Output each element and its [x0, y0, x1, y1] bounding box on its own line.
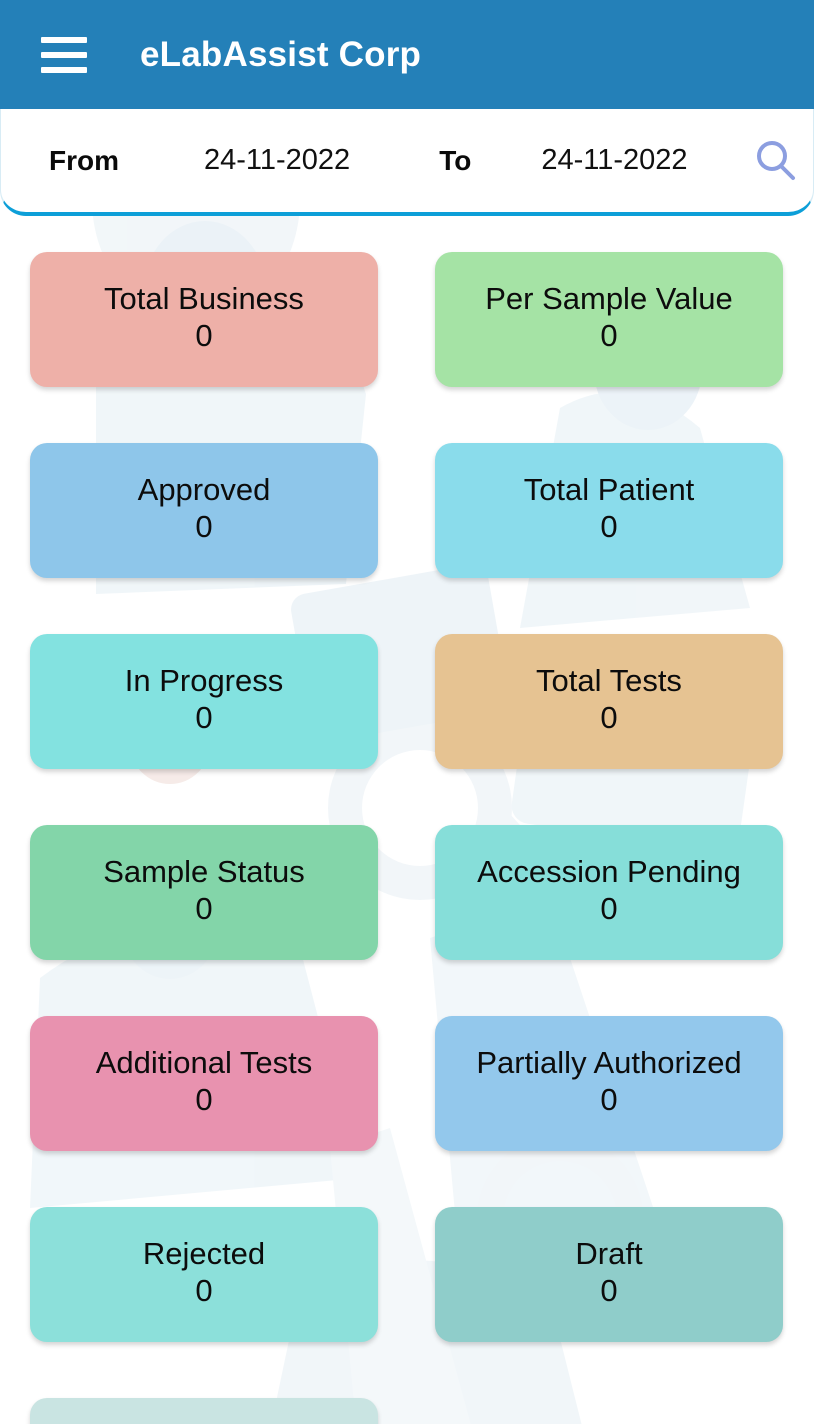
tile-in-progress[interactable]: In Progress 0: [30, 634, 378, 769]
tile-title: Total Tests: [536, 662, 682, 698]
to-date-input[interactable]: 24-11-2022: [541, 144, 687, 177]
tile-title: Rejected: [142, 1235, 266, 1271]
date-filter-bar: From 24-11-2022 To 24-11-2022: [0, 109, 814, 216]
tile-row-5: Additional Tests 0 Partially Authorized …: [30, 1016, 783, 1151]
to-label: To: [439, 144, 472, 176]
tile-per-sample-value[interactable]: Per Sample Value 0: [435, 252, 783, 387]
tile-value: 0: [195, 1081, 213, 1117]
tile-next-partial[interactable]: [30, 1398, 378, 1424]
tile-sample-status[interactable]: Sample Status 0: [30, 825, 378, 960]
search-icon: [752, 137, 800, 185]
tile-row-1: Total Business 0 Per Sample Value 0: [30, 252, 783, 387]
tile-value: 0: [600, 1272, 618, 1308]
tile-value: 0: [195, 699, 213, 735]
tile-total-business[interactable]: Total Business 0: [30, 252, 378, 387]
app-bar: eLabAssist Corp: [0, 0, 814, 109]
tile-total-tests[interactable]: Total Tests 0: [435, 634, 783, 769]
tile-value: 0: [195, 508, 213, 544]
dashboard-tile-grid: Total Business 0 Per Sample Value 0 Appr…: [0, 216, 814, 1424]
tile-total-patient[interactable]: Total Patient 0: [435, 443, 783, 578]
tile-title: Accession Pending: [477, 853, 741, 889]
from-label: From: [49, 144, 119, 176]
search-button[interactable]: [748, 133, 804, 189]
hamburger-bar-1: [41, 36, 87, 43]
tile-title: In Progress: [124, 662, 284, 698]
tile-value: 0: [600, 890, 618, 926]
from-date-input[interactable]: 24-11-2022: [204, 144, 350, 177]
tile-accession-pending[interactable]: Accession Pending 0: [435, 825, 783, 960]
tile-partially-authorized[interactable]: Partially Authorized 0: [435, 1016, 783, 1151]
tile-draft[interactable]: Draft 0: [435, 1207, 783, 1342]
tile-title: Total Business: [104, 280, 304, 316]
tile-title: Draft: [575, 1235, 643, 1271]
hamburger-menu-icon[interactable]: [41, 36, 87, 73]
tile-row-4: Sample Status 0 Accession Pending 0: [30, 825, 783, 960]
tile-value: 0: [195, 317, 213, 353]
tile-row-3: In Progress 0 Total Tests 0: [30, 634, 783, 769]
tile-rejected[interactable]: Rejected 0: [30, 1207, 378, 1342]
tile-value: 0: [600, 699, 618, 735]
tile-value: 0: [195, 1272, 213, 1308]
app-title: eLabAssist Corp: [140, 34, 422, 74]
tile-title: Approved: [137, 471, 271, 507]
tile-title: Per Sample Value: [485, 280, 733, 316]
dashboard-screen: eLabAssist Corp From 24-11-2022 To 24-11…: [0, 0, 814, 1424]
tile-row-2: Approved 0 Total Patient 0: [30, 443, 783, 578]
tile-value: 0: [600, 317, 618, 353]
tile-value: 0: [195, 890, 213, 926]
tile-title: Total Patient: [523, 471, 695, 507]
hamburger-bar-3: [41, 66, 87, 73]
tile-row-7-partial: [30, 1398, 783, 1424]
tile-title: Additional Tests: [95, 1044, 313, 1080]
tile-additional-tests[interactable]: Additional Tests 0: [30, 1016, 378, 1151]
tile-value: 0: [600, 1081, 618, 1117]
hamburger-bar-2: [41, 51, 87, 58]
tile-title: Partially Authorized: [476, 1044, 742, 1080]
tile-title: Sample Status: [103, 853, 305, 889]
tile-value: 0: [600, 508, 618, 544]
tile-approved[interactable]: Approved 0: [30, 443, 378, 578]
tile-row-6: Rejected 0 Draft 0: [30, 1207, 783, 1342]
